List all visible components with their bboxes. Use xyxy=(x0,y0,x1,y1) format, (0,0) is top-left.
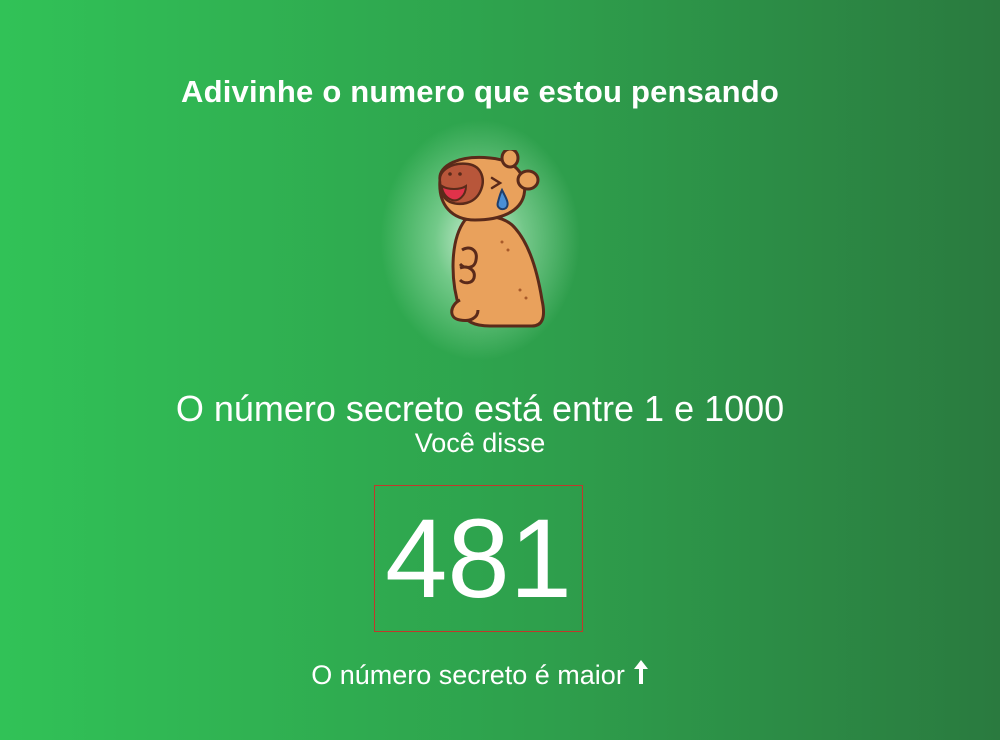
page-title: Adivinhe o numero que estou pensando xyxy=(181,74,779,109)
hint-message: O número secreto é maior xyxy=(0,658,960,693)
game-page: Adivinhe o numero que estou pensando O n… xyxy=(0,0,1000,740)
mascot-container xyxy=(380,120,580,360)
guess-display[interactable]: 481 xyxy=(374,485,583,632)
range-instruction: O número secreto está entre 1 e 1000 xyxy=(175,388,785,429)
hint-text: O número secreto é maior xyxy=(311,660,625,690)
arrow-up-icon xyxy=(633,658,649,693)
capybara-crying-icon xyxy=(438,150,546,328)
you-said-label: Você disse xyxy=(414,428,546,458)
